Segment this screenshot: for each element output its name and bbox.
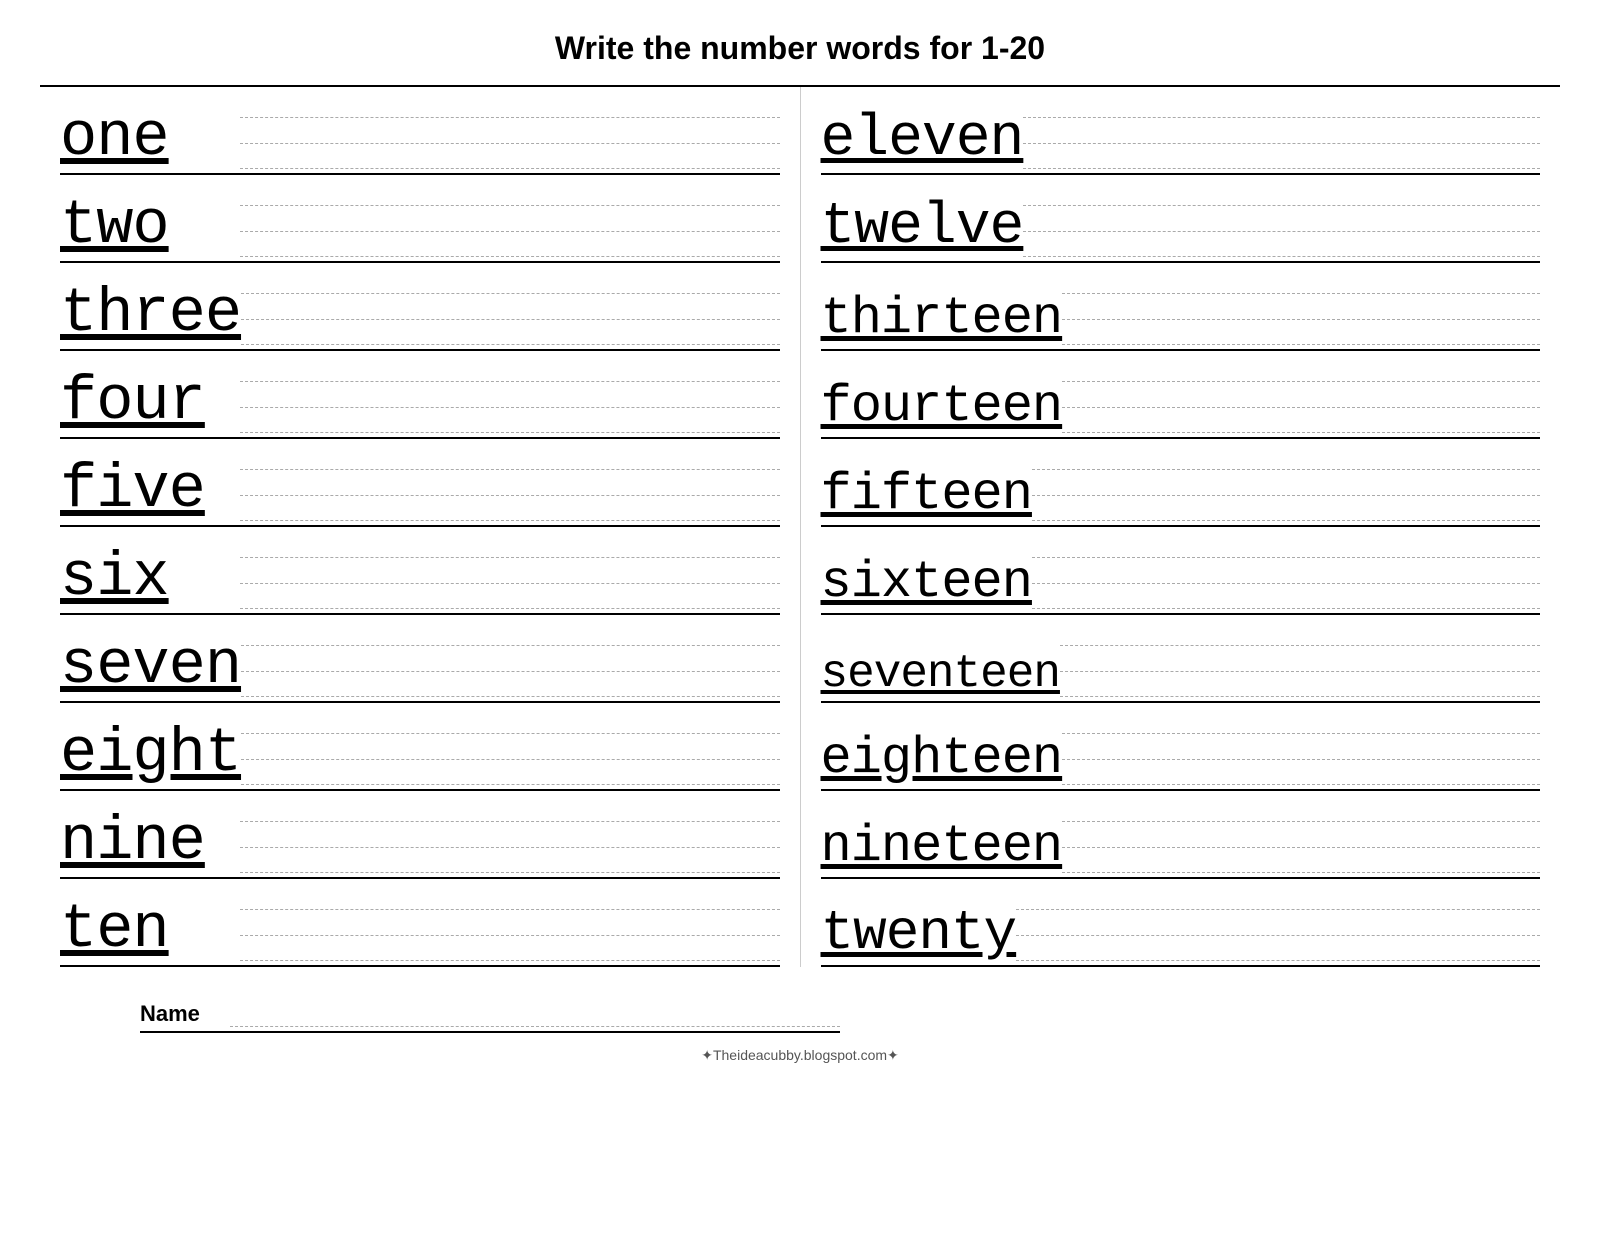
word-row: twenty	[821, 879, 1541, 967]
write-lines[interactable]	[241, 709, 779, 789]
write-lines[interactable]	[1060, 621, 1540, 701]
write-lines[interactable]	[241, 269, 779, 349]
word-label: eleven	[821, 111, 1024, 173]
write-lines[interactable]	[1023, 93, 1540, 173]
word-row: seventeen	[821, 615, 1541, 703]
word-row: seven	[60, 615, 780, 703]
word-label: nineteen	[821, 821, 1063, 877]
word-row: ten	[60, 879, 780, 967]
write-lines[interactable]	[240, 93, 780, 173]
word-label: one	[60, 107, 240, 173]
word-row: twelve	[821, 175, 1541, 263]
word-label: nine	[60, 811, 240, 877]
word-label: two	[60, 195, 240, 261]
write-lines[interactable]	[1023, 181, 1540, 261]
word-label: sixteen	[821, 557, 1032, 613]
word-label: seven	[60, 635, 241, 701]
write-lines[interactable]	[1032, 533, 1540, 613]
write-lines[interactable]	[1032, 445, 1540, 525]
word-row: three	[60, 263, 780, 351]
word-label: three	[60, 283, 241, 349]
footer-text: ✦Theideacubby.blogspot.com✦	[40, 1047, 1560, 1064]
word-label: fifteen	[821, 469, 1032, 525]
write-lines[interactable]	[240, 797, 780, 877]
word-row: thirteen	[821, 263, 1541, 351]
write-lines[interactable]	[1062, 797, 1540, 877]
word-label: thirteen	[821, 293, 1063, 349]
write-lines[interactable]	[1062, 709, 1540, 789]
right-column: eleven twelve thirteen fourteen fifteen sixte…	[801, 87, 1561, 967]
write-lines[interactable]	[241, 621, 779, 701]
write-lines[interactable]	[240, 533, 780, 613]
write-lines[interactable]	[1062, 269, 1540, 349]
left-column: one two three four five six seven eight nine ten	[40, 87, 801, 967]
word-row: eight	[60, 703, 780, 791]
write-lines[interactable]	[240, 445, 780, 525]
word-label: ten	[60, 899, 240, 965]
word-row: sixteen	[821, 527, 1541, 615]
word-label: eighteen	[821, 733, 1063, 789]
word-label: six	[60, 547, 240, 613]
word-row: nineteen	[821, 791, 1541, 879]
word-row: eighteen	[821, 703, 1541, 791]
word-row: one	[60, 87, 780, 175]
word-row: fourteen	[821, 351, 1541, 439]
word-row: fifteen	[821, 439, 1541, 527]
word-row: two	[60, 175, 780, 263]
word-label: four	[60, 371, 240, 437]
word-label: seventeen	[821, 651, 1060, 701]
write-lines[interactable]	[240, 885, 780, 965]
word-label: eight	[60, 723, 241, 789]
word-row: nine	[60, 791, 780, 879]
word-row: four	[60, 351, 780, 439]
word-row: eleven	[821, 87, 1541, 175]
word-label: five	[60, 459, 240, 525]
word-row: five	[60, 439, 780, 527]
write-lines[interactable]	[1062, 357, 1540, 437]
write-lines[interactable]	[240, 181, 780, 261]
write-lines[interactable]	[240, 357, 780, 437]
name-label: Name	[140, 1001, 220, 1027]
write-lines[interactable]	[1016, 885, 1540, 965]
word-label: twenty	[821, 905, 1017, 965]
word-label: twelve	[821, 199, 1024, 261]
page-title: Write the number words for 1-20	[40, 30, 1560, 67]
word-row: six	[60, 527, 780, 615]
word-label: fourteen	[821, 381, 1063, 437]
